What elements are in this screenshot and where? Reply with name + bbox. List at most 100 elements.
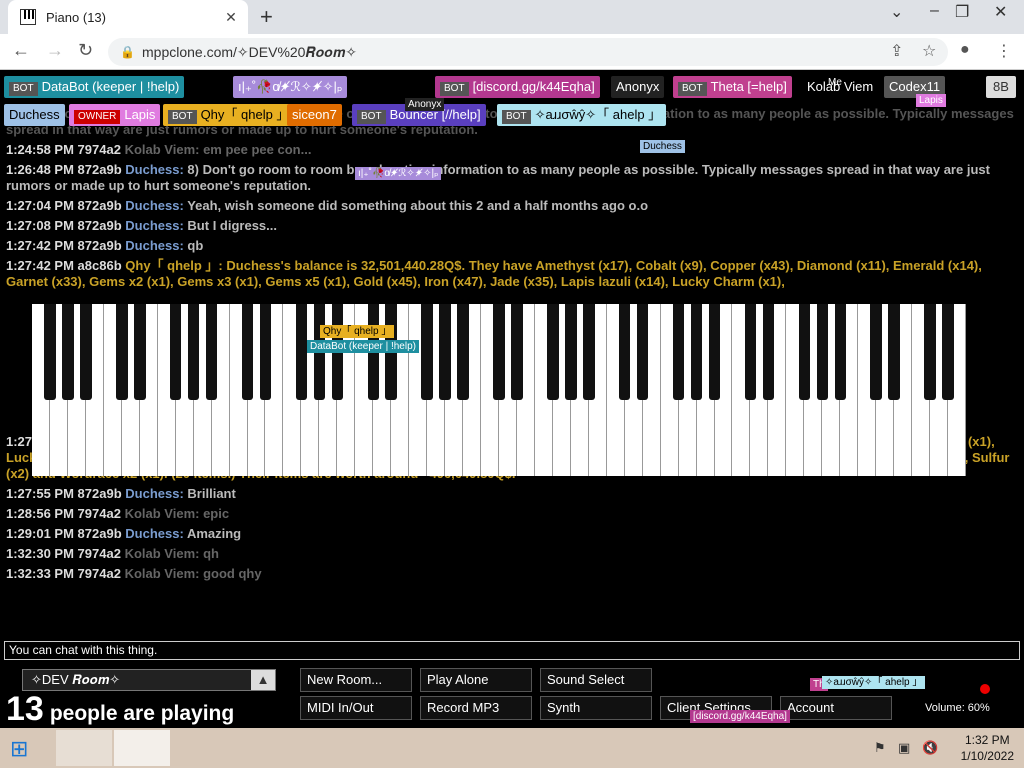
black-key[interactable]	[241, 304, 254, 400]
user-databot[interactable]: BOT DataBot (keeper | !help)	[4, 76, 185, 98]
user-lapis[interactable]: OWNER Lapis	[69, 104, 161, 126]
speaker-muted-icon[interactable]: 🔇	[922, 740, 938, 756]
user-duchess[interactable]: Duchess	[4, 104, 65, 126]
back-icon[interactable]: ←	[12, 40, 30, 61]
user-siceon7[interactable]: siceon7	[287, 104, 342, 126]
black-key[interactable]	[116, 304, 128, 400]
windows-start-icon[interactable]: ⊞	[10, 736, 28, 762]
close-tab-icon[interactable]: ✕	[220, 9, 242, 26]
message-name: Duchess:	[125, 486, 184, 501]
black-key[interactable]	[421, 304, 433, 400]
address-bar[interactable]: 🔒 mppclone.com/✧DEV%20𝑹𝒐𝒐𝒎✧	[108, 38, 948, 66]
message-text: Amazing	[186, 526, 242, 541]
black-key[interactable]	[762, 304, 775, 400]
document-app-icon[interactable]	[114, 730, 170, 766]
black-key[interactable]	[690, 304, 703, 400]
corner-badge[interactable]: 8B	[986, 76, 1016, 98]
user-anonyx[interactable]: Anonyx	[611, 76, 665, 98]
share-icon[interactable]: ⇪	[890, 41, 903, 61]
message-text: But I digress...	[187, 218, 277, 233]
black-key[interactable]	[44, 304, 56, 400]
black-key[interactable]	[618, 304, 631, 400]
black-key[interactable]	[80, 304, 92, 400]
menu-kebab-icon[interactable]: ⋮	[996, 41, 1012, 61]
black-key[interactable]	[259, 304, 272, 400]
midi-button[interactable]: MIDI In/Out	[300, 696, 412, 720]
chat-input[interactable]: You can chat with this thing.	[4, 641, 1020, 660]
black-key[interactable]	[924, 304, 936, 400]
black-key[interactable]	[672, 304, 685, 400]
black-key[interactable]	[295, 304, 308, 400]
sound-select-button[interactable]: Sound Select	[540, 668, 652, 692]
browser-tab[interactable]: Piano (13) ✕	[8, 0, 248, 34]
black-key[interactable]	[62, 304, 74, 400]
black-key[interactable]	[547, 304, 559, 400]
chat-message: 1:32:30 PM 7974a2 Kolab Viem: qh	[6, 546, 1016, 562]
message-id: 872a9b	[77, 238, 122, 253]
network-icon[interactable]: ▣	[898, 740, 910, 756]
reload-icon[interactable]: ↻	[78, 40, 93, 61]
new-tab-icon[interactable]: +	[260, 4, 273, 30]
restore-icon[interactable]: ❐	[955, 2, 969, 22]
account-button[interactable]: Account	[780, 696, 892, 720]
black-key[interactable]	[744, 304, 757, 400]
forward-icon[interactable]: →	[46, 40, 64, 61]
black-key[interactable]	[439, 304, 451, 400]
flag-icon[interactable]: ⚑	[874, 740, 886, 756]
black-key[interactable]	[708, 304, 721, 400]
message-id: 7974a2	[77, 566, 121, 581]
black-key[interactable]	[493, 304, 505, 400]
user-qhy[interactable]: BOT Qhy「 qhelp 」	[163, 104, 295, 126]
black-key[interactable]	[636, 304, 649, 400]
bookmark-star-icon[interactable]: ☆	[922, 41, 936, 61]
room-dropdown-arrow-icon[interactable]: ▲	[251, 670, 275, 690]
new-room-button[interactable]: New Room...	[300, 668, 412, 692]
black-key[interactable]	[187, 304, 200, 400]
black-key[interactable]	[134, 304, 146, 400]
synth-button[interactable]: Synth	[540, 696, 652, 720]
message-name: Qhy「 qhelp 」:	[125, 258, 223, 273]
piano-keyboard[interactable]	[32, 304, 966, 476]
close-window-icon[interactable]: ✕	[994, 2, 1007, 22]
play-alone-button[interactable]: Play Alone	[420, 668, 532, 692]
black-key[interactable]	[511, 304, 523, 400]
room-selector[interactable]: ✧DEV 𝑹𝒐𝒐𝒎✧ ▲	[22, 669, 276, 691]
tab-search-chevron-icon[interactable]: ⌄	[890, 2, 903, 22]
message-name: Duchess:	[125, 526, 184, 541]
message-text: qh	[203, 546, 219, 561]
black-key[interactable]	[870, 304, 882, 400]
message-name: Duchess:	[125, 218, 184, 233]
user-step[interactable]: ı|₊˚🥀ɑ̸✦̸ℛ✧✦̸✧|ₚ	[233, 76, 348, 98]
lock-icon: 🔒	[120, 45, 135, 59]
message-name: Duchess:	[125, 198, 184, 213]
user-theta[interactable]: BOT Theta [=help]	[673, 76, 792, 98]
message-id: a8c86b	[77, 258, 122, 273]
black-key[interactable]	[457, 304, 469, 400]
volume-label[interactable]: Volume: 60%	[925, 702, 990, 714]
record-mp3-button[interactable]: Record MP3	[420, 696, 532, 720]
black-key[interactable]	[888, 304, 900, 400]
taskbar-clock[interactable]: 1:32 PM 1/10/2022	[961, 732, 1014, 764]
message-name: Duchess:	[125, 238, 184, 253]
black-key[interactable]	[816, 304, 829, 400]
message-name: Kolab Viem:	[124, 506, 200, 521]
minimize-icon[interactable]: –	[930, 2, 939, 20]
black-key[interactable]	[169, 304, 182, 400]
black-key[interactable]	[565, 304, 577, 400]
black-key[interactable]	[798, 304, 811, 400]
file-explorer-icon[interactable]	[56, 730, 112, 766]
cursor-label-duchess: Duchess	[640, 140, 685, 153]
cursor-label-qhy: Qhy「 qhelp 」	[320, 325, 395, 338]
black-key[interactable]	[834, 304, 846, 400]
user-arrowy[interactable]: BOT ✧аɹɹσŵŷ✧「 ahelp 」	[497, 104, 667, 126]
player-count: 13 people are playing	[6, 690, 235, 728]
message-name: Kolab Viem:	[124, 566, 200, 581]
profile-icon[interactable]: ●	[960, 41, 970, 59]
chat-message: 1:27:42 PM 872a9b Duchess: qb	[6, 238, 1016, 254]
black-key[interactable]	[942, 304, 954, 400]
user-discord[interactable]: BOT [discord.gg/k44Eqha]	[435, 76, 600, 98]
black-key[interactable]	[583, 304, 595, 400]
record-indicator-icon	[980, 684, 990, 694]
black-key[interactable]	[205, 304, 218, 400]
cursor-label-discord: [discord.gg/k44Eqha]	[690, 710, 790, 723]
